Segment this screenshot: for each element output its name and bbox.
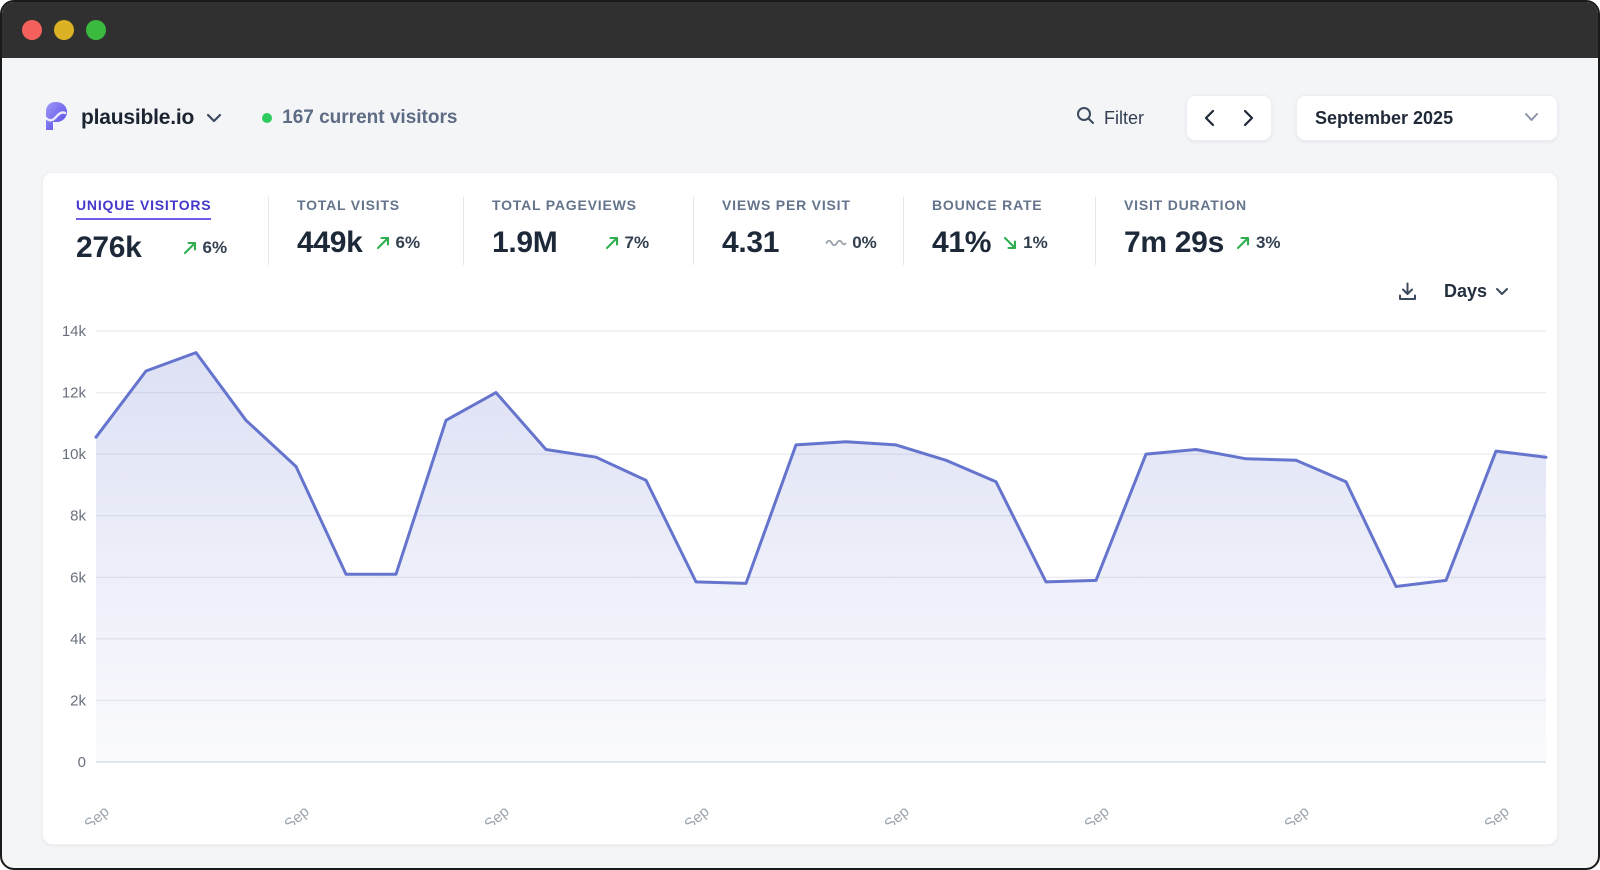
export-button[interactable]	[1397, 281, 1418, 302]
site-switcher[interactable]: plausible.io	[42, 102, 222, 135]
chevron-down-icon	[206, 113, 222, 123]
stat-label: BOUNCE RATE	[932, 197, 1042, 213]
stat-bounce-rate[interactable]: BOUNCE RATE 41% 1%	[903, 197, 1095, 265]
stat-change: 6%	[182, 238, 228, 258]
search-icon	[1076, 106, 1095, 130]
svg-text:5 Sep: 5 Sep	[272, 803, 313, 825]
svg-text:10k: 10k	[62, 446, 87, 463]
top-stats-row: UNIQUE VISITORS 276k 6% TOTAL VISITS 449…	[43, 173, 1557, 265]
filter-button[interactable]: Filter	[1076, 106, 1144, 130]
squiggle-flat-icon	[825, 237, 847, 249]
stat-views-per-visit[interactable]: VIEWS PER VISIT 4.31 0%	[693, 197, 903, 265]
svg-text:4k: 4k	[70, 631, 86, 648]
stat-value: 449k	[297, 226, 363, 260]
stat-label: TOTAL VISITS	[297, 197, 400, 213]
svg-text:9 Sep: 9 Sep	[472, 803, 513, 825]
interval-dropdown[interactable]: Days	[1444, 281, 1509, 302]
stat-change: 6%	[375, 233, 421, 253]
stat-change: 7%	[604, 233, 650, 253]
close-window-button[interactable]	[22, 20, 42, 40]
stat-value: 4.31	[722, 226, 779, 260]
date-nav-group	[1186, 95, 1272, 141]
stat-label: TOTAL PAGEVIEWS	[492, 197, 637, 213]
stat-label: UNIQUE VISITORS	[76, 197, 211, 220]
date-range-picker[interactable]: September 2025	[1296, 95, 1558, 141]
arrow-up-right-icon	[1235, 235, 1251, 251]
stat-label: VISIT DURATION	[1124, 197, 1247, 213]
svg-text:13 Sep: 13 Sep	[665, 803, 712, 825]
minimize-window-button[interactable]	[54, 20, 74, 40]
svg-text:21 Sep: 21 Sep	[1065, 803, 1112, 825]
svg-text:8k: 8k	[70, 508, 86, 525]
interval-label: Days	[1444, 281, 1487, 302]
analytics-card: UNIQUE VISITORS 276k 6% TOTAL VISITS 449…	[42, 172, 1558, 845]
arrow-up-right-icon	[375, 235, 391, 251]
arrow-up-right-icon	[604, 235, 620, 251]
stat-unique-visitors[interactable]: UNIQUE VISITORS 276k 6%	[76, 197, 268, 265]
current-visitors-label: 167 current visitors	[282, 107, 457, 129]
stat-change: 1%	[1002, 233, 1048, 253]
stat-change: 0%	[825, 233, 877, 253]
stat-total-visits[interactable]: TOTAL VISITS 449k 6%	[268, 197, 463, 265]
plausible-logo-icon	[42, 102, 69, 135]
stat-value: 1.9M	[492, 226, 558, 260]
stat-change: 3%	[1235, 233, 1281, 253]
live-dot-icon	[262, 113, 272, 123]
stat-value: 41%	[932, 226, 991, 260]
svg-text:6k: 6k	[70, 569, 86, 586]
site-name: plausible.io	[81, 106, 194, 130]
chevron-down-icon	[1495, 287, 1509, 296]
stat-total-pageviews[interactable]: TOTAL PAGEVIEWS 1.9M 7%	[463, 197, 693, 265]
arrow-down-right-icon	[1002, 235, 1018, 251]
visitors-chart[interactable]: 0 2k 4k 6k 8k 10k 12k 14k 1 Sep 5 Sep 9 Sep 13 Sep 1…	[43, 313, 1560, 825]
maximize-window-button[interactable]	[86, 20, 106, 40]
current-visitors[interactable]: 167 current visitors	[262, 107, 457, 129]
download-icon	[1397, 281, 1418, 302]
next-period-button[interactable]	[1232, 98, 1266, 138]
svg-text:12k: 12k	[62, 385, 87, 402]
chevron-down-icon	[1524, 109, 1539, 127]
svg-text:0: 0	[78, 754, 86, 771]
svg-text:1 Sep: 1 Sep	[72, 803, 113, 825]
svg-text:17 Sep: 17 Sep	[865, 803, 912, 825]
previous-period-button[interactable]	[1192, 98, 1226, 138]
app-window: plausible.io 167 current visitors Filter	[0, 0, 1600, 870]
svg-text:14k: 14k	[62, 323, 87, 340]
svg-text:2k: 2k	[70, 692, 86, 709]
stat-label: VIEWS PER VISIT	[722, 197, 851, 213]
stat-value: 276k	[76, 231, 142, 265]
stat-visit-duration[interactable]: VISIT DURATION 7m 29s 3%	[1095, 197, 1315, 265]
date-range-label: September 2025	[1315, 108, 1453, 129]
filter-label: Filter	[1104, 108, 1144, 129]
dashboard-header: plausible.io 167 current visitors Filter	[42, 92, 1558, 144]
svg-text:29 Sep: 29 Sep	[1465, 803, 1512, 825]
svg-text:25 Sep: 25 Sep	[1265, 803, 1312, 825]
window-title-bar	[2, 2, 1598, 58]
arrow-up-right-icon	[182, 240, 198, 256]
stat-value: 7m 29s	[1124, 226, 1224, 260]
chart-controls: Days	[43, 275, 1557, 307]
